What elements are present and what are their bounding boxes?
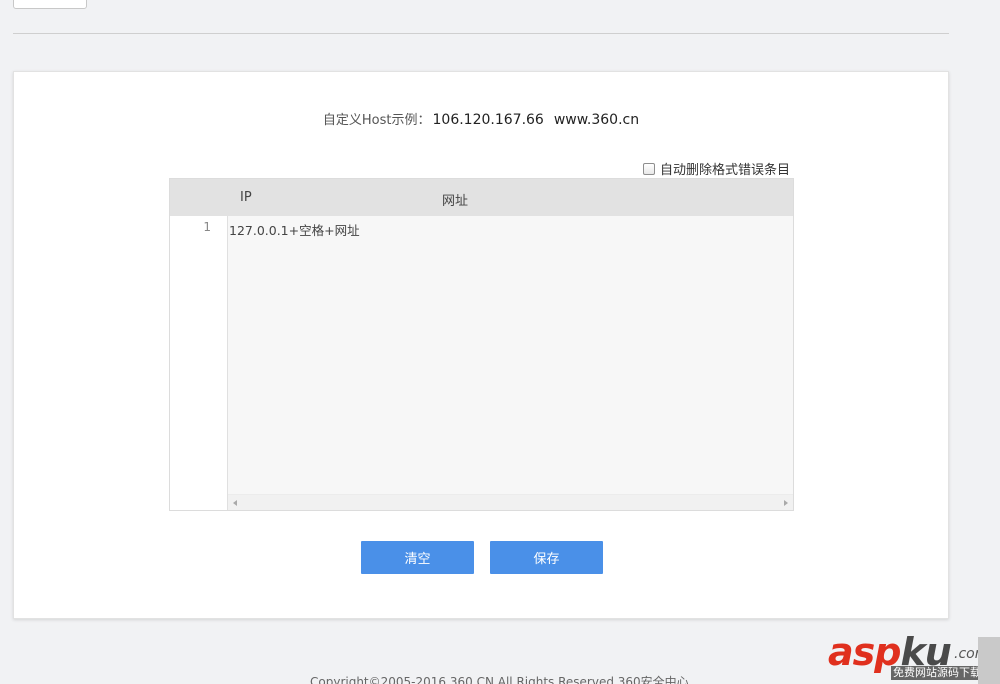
horizontal-scrollbar[interactable] <box>228 494 793 510</box>
clear-button[interactable]: 清空 <box>361 541 474 574</box>
auto-delete-label: 自动删除格式错误条目 <box>660 163 791 178</box>
top-divider <box>13 33 949 34</box>
line-number-gutter: 1 <box>170 216 228 510</box>
scroll-left-icon[interactable] <box>233 500 237 506</box>
line-number: 1 <box>203 220 211 234</box>
host-example-url: www.360.cn <box>553 112 640 128</box>
host-panel: 自定义Host示例： 106.120.167.66 www.360.cn 自动删除格… <box>13 71 949 619</box>
scroll-right-icon[interactable] <box>784 500 788 506</box>
host-example-ip: 106.120.167.66 <box>432 112 544 128</box>
auto-delete-option[interactable]: 自动删除格式错误条目 <box>643 159 790 178</box>
host-example: 自定义Host示例： 106.120.167.66 www.360.cn <box>14 109 948 128</box>
aspku-watermark-logo: aspku .com 免费网站源码下载站! <box>828 632 1000 684</box>
column-header-url: 网址 <box>442 194 469 209</box>
column-header-ip: IP <box>240 190 252 205</box>
page-scrollbar[interactable] <box>978 637 1000 684</box>
save-button[interactable]: 保存 <box>490 541 603 574</box>
code-line[interactable]: 127.0.0.1+空格+网址 <box>229 220 360 239</box>
editor-header: IP 网址 <box>170 179 793 216</box>
hosts-editor[interactable]: IP 网址 1 127.0.0.1+空格+网址 <box>169 178 794 511</box>
host-example-label: 自定义Host示例： <box>322 113 431 128</box>
footer-copyright: Copyright©2005-2016 360.CN All Rights Re… <box>310 675 689 684</box>
hosts-text-area[interactable]: 127.0.0.1+空格+网址 <box>228 216 793 494</box>
top-select-box[interactable] <box>13 0 87 9</box>
auto-delete-checkbox[interactable] <box>643 162 655 175</box>
